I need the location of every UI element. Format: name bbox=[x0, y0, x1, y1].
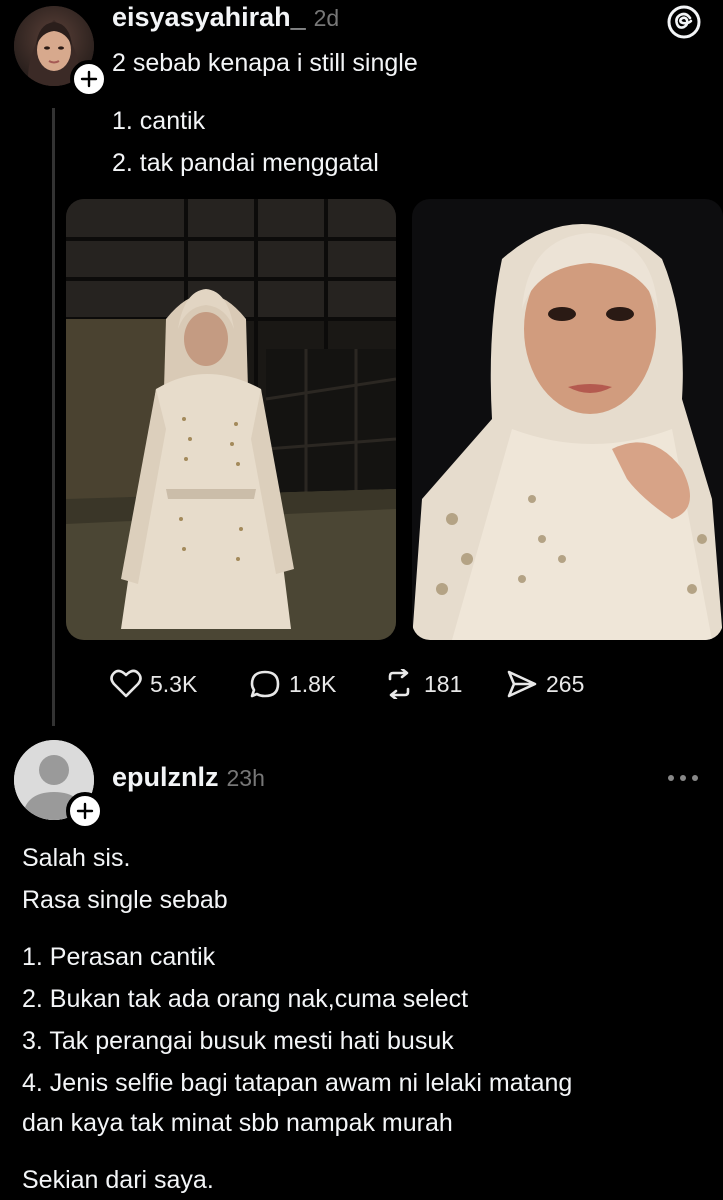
reply-time: 23h bbox=[226, 765, 265, 791]
share-button[interactable]: 265 bbox=[506, 669, 584, 699]
follow-plus-icon[interactable] bbox=[66, 792, 104, 830]
repost-icon bbox=[388, 669, 410, 699]
like-count: 5.3K bbox=[150, 670, 198, 697]
heart-icon bbox=[110, 669, 142, 698]
reply-text-line: dan kaya tak minat sbb nampak murah bbox=[22, 1109, 453, 1137]
more-options-icon[interactable] bbox=[666, 768, 700, 793]
comment-icon bbox=[250, 670, 280, 698]
like-button[interactable]: 5.3K bbox=[110, 669, 197, 699]
thread-connector-line bbox=[52, 108, 55, 726]
post-text-line: 1. cantik bbox=[112, 107, 206, 135]
reply-username[interactable]: epulznlz bbox=[112, 762, 219, 793]
follow-plus-icon[interactable] bbox=[70, 60, 108, 98]
threads-logo-icon[interactable] bbox=[666, 4, 702, 45]
post-header: eisyasyahirah_ 2d bbox=[112, 2, 339, 33]
post-text-line: 2. tak pandai menggatal bbox=[112, 149, 379, 177]
reply-text-line: 4. Jenis selfie bagi tatapan awam ni lel… bbox=[22, 1069, 573, 1097]
reply-text-line: 2. Bukan tak ada orang nak,cuma select bbox=[22, 985, 469, 1013]
reply-count: 1.8K bbox=[289, 670, 337, 697]
reply-text-line: 3. Tak perangai busuk mesti hati busuk bbox=[22, 1027, 454, 1055]
reply-header: epulznlz 23h bbox=[112, 762, 265, 793]
post-username[interactable]: eisyasyahirah_ bbox=[112, 2, 306, 33]
reply-text-line: Sekian dari saya. bbox=[22, 1166, 214, 1194]
post-photo-1[interactable] bbox=[66, 199, 396, 640]
reply-text-line: Salah sis. bbox=[22, 844, 131, 872]
reply-button[interactable]: 1.8K bbox=[249, 669, 336, 699]
reply-text-line: 1. Perasan cantik bbox=[22, 943, 216, 971]
post-text-line: 2 sebab kenapa i still single bbox=[112, 49, 418, 77]
share-count: 265 bbox=[546, 670, 585, 697]
post-time: 2d bbox=[313, 5, 340, 31]
repost-count: 181 bbox=[424, 670, 463, 697]
reply-text-line: Rasa single sebab bbox=[22, 886, 228, 914]
send-icon bbox=[507, 670, 537, 698]
post-photo-2[interactable] bbox=[412, 199, 723, 640]
repost-button[interactable]: 181 bbox=[382, 669, 462, 699]
